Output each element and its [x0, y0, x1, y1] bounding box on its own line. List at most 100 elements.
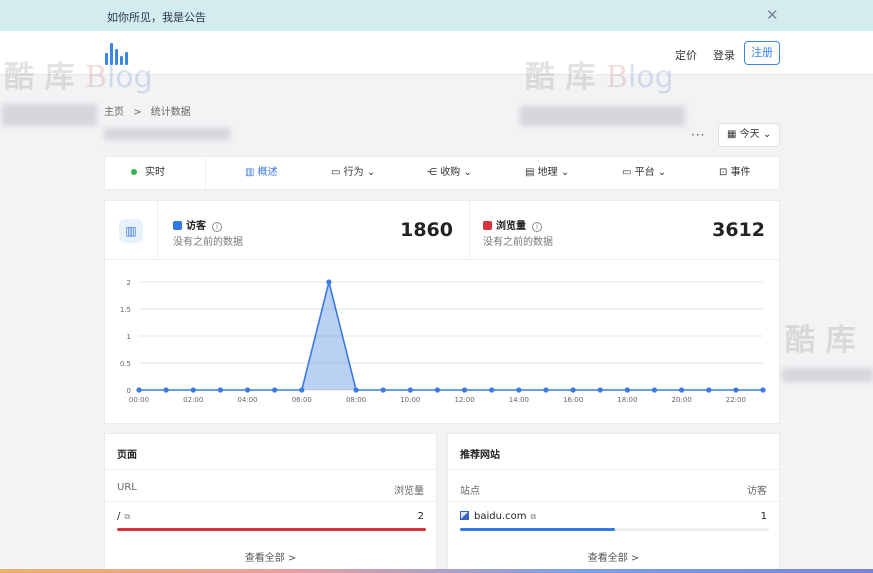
info-icon: i: [532, 222, 542, 232]
data-point: [651, 387, 658, 393]
data-point: [706, 387, 712, 393]
tab-acquisition[interactable]: ⋲ 收购 ⌄: [427, 157, 472, 189]
nav-pricing-link[interactable]: 定价: [675, 47, 697, 63]
x-tick-label: 20:00: [672, 396, 692, 404]
referrers-progress-fill: [460, 528, 615, 531]
data-point: [190, 387, 196, 393]
redacted-site-name: [104, 128, 230, 140]
date-range-select[interactable]: ▦ 今天 ⌄: [718, 123, 780, 147]
referrers-view-all-link[interactable]: 查看全部 >: [448, 549, 779, 564]
table-row[interactable]: baidu.com ⧉: [460, 511, 536, 522]
x-tick-label: 04:00: [237, 396, 257, 404]
y-tick-label: 2: [127, 279, 131, 287]
tab-events[interactable]: ⊡ 事件: [719, 157, 751, 189]
data-point: [597, 387, 603, 393]
referrers-card: 推荐网站 站点 访客 baidu.com ⧉ 1 查看全部 >: [447, 433, 780, 573]
chart-icon: ▥: [245, 167, 258, 178]
branch-icon: ⋲: [427, 167, 441, 178]
pages-progress-fill: [117, 528, 426, 531]
more-options-button[interactable]: ···: [691, 128, 705, 142]
data-point: [272, 387, 278, 393]
page-url: /: [117, 511, 121, 522]
chevron-down-icon: ⌄: [762, 129, 772, 140]
nav-login-link[interactable]: 登录: [713, 47, 735, 63]
x-tick-label: 06:00: [292, 396, 312, 404]
pages-col-views: 浏览量: [394, 486, 424, 497]
external-link-icon: ⧉: [530, 512, 537, 521]
data-point: [461, 387, 468, 393]
pages-col-url: URL: [117, 482, 137, 493]
visitors-chart: 0 0.5 1 1.5 2 00:00 02:00 04:00 06:00 08:00 10:00 1…: [120, 279, 766, 404]
data-point: [733, 387, 739, 393]
data-point: [299, 387, 305, 393]
x-tick-label: 00:00: [129, 396, 149, 404]
y-tick-label: 1: [127, 333, 131, 341]
y-tick-label: 0: [127, 387, 131, 395]
external-link-icon: ⧉: [124, 512, 131, 521]
tab-overview[interactable]: ▥ 概述: [245, 157, 278, 189]
pages-view-all-link[interactable]: 查看全部 >: [105, 549, 436, 564]
calendar-icon: ▦: [727, 129, 737, 140]
data-point: [353, 387, 359, 393]
referrer-visitors-value: 1: [760, 511, 767, 522]
map-icon: ▤: [525, 167, 538, 178]
watermark: 酷 库 Blog: [4, 60, 153, 95]
devices-icon: ▭: [622, 167, 635, 178]
x-tick-label: 08:00: [346, 396, 366, 404]
x-tick-label: 16:00: [563, 396, 583, 404]
y-tick-label: 1.5: [120, 306, 131, 314]
data-point: [380, 387, 386, 393]
close-icon[interactable]: ✕: [766, 6, 779, 24]
referrers-progress-track: [460, 528, 769, 531]
redacted-area: [520, 106, 685, 126]
breadcrumb-home[interactable]: 主页: [104, 107, 124, 118]
announcement-bar: 如你所见，我是公告 ✕: [0, 0, 873, 31]
x-tick-label: 02:00: [183, 396, 203, 404]
redacted-area: [2, 104, 97, 126]
breadcrumb-current: 统计数据: [150, 107, 191, 118]
info-icon: i: [212, 222, 222, 232]
pageviews-subtext: 没有之前的数据: [483, 237, 553, 248]
chevron-down-icon: ⌄: [654, 167, 667, 178]
redacted-area: [782, 368, 873, 382]
data-point: [434, 387, 441, 393]
tab-behavior[interactable]: ▭ 行为 ⌄: [331, 157, 375, 189]
pageviews-label[interactable]: 浏览量 i: [483, 217, 542, 232]
date-range-label: 今天: [739, 129, 760, 140]
data-point: [136, 387, 142, 393]
chevron-down-icon: ⌄: [363, 167, 376, 178]
tab-geo[interactable]: ▤ 地理 ⌄: [525, 157, 569, 189]
site-favicon-icon: [460, 511, 469, 520]
pages-card-title: 页面: [117, 450, 137, 461]
x-tick-label: 14:00: [509, 396, 529, 404]
pages-card: 页面 URL 浏览量 / ⧉ 2 查看全部 >: [104, 433, 437, 573]
breadcrumb: 主页 > 统计数据: [104, 103, 197, 118]
monitor-icon: ▭: [331, 167, 344, 178]
bar-chart-icon: ▥: [119, 219, 143, 243]
register-button[interactable]: 注册: [744, 41, 780, 65]
tab-realtime[interactable]: 实时: [131, 157, 165, 189]
data-point: [570, 387, 576, 393]
visitors-subtext: 没有之前的数据: [173, 237, 243, 248]
data-point: [407, 387, 413, 393]
report-tabs: 实时 ▥ 概述 ▭ 行为 ⌄ ⋲ 收购 ⌄ ▤ 地理 ⌄ ▭ 平台 ⌄ ⊡ 事件: [104, 156, 780, 190]
data-point: [326, 279, 332, 285]
table-row[interactable]: / ⧉: [117, 511, 130, 522]
tab-platform[interactable]: ▭ 平台 ⌄: [622, 157, 666, 189]
y-tick-label: 0.5: [120, 360, 131, 368]
watermark: 酷 库 Blog: [525, 60, 674, 95]
breadcrumb-separator: >: [133, 107, 142, 118]
pages-progress-track: [117, 528, 426, 531]
x-tick-label: 12:00: [454, 396, 474, 404]
referrers-col-visitors: 访客: [747, 486, 767, 497]
visitors-label[interactable]: 访客 i: [173, 217, 222, 232]
data-point: [489, 387, 495, 393]
visitors-value: 1860: [400, 219, 453, 241]
referrers-card-title: 推荐网站: [460, 450, 500, 461]
x-tick-label: 22:00: [726, 396, 746, 404]
data-point: [217, 387, 223, 393]
data-point: [244, 387, 251, 393]
watermark: 酷 库: [785, 323, 856, 358]
announcement-text: 如你所见，我是公告: [107, 11, 206, 24]
referrers-col-site: 站点: [460, 486, 480, 497]
